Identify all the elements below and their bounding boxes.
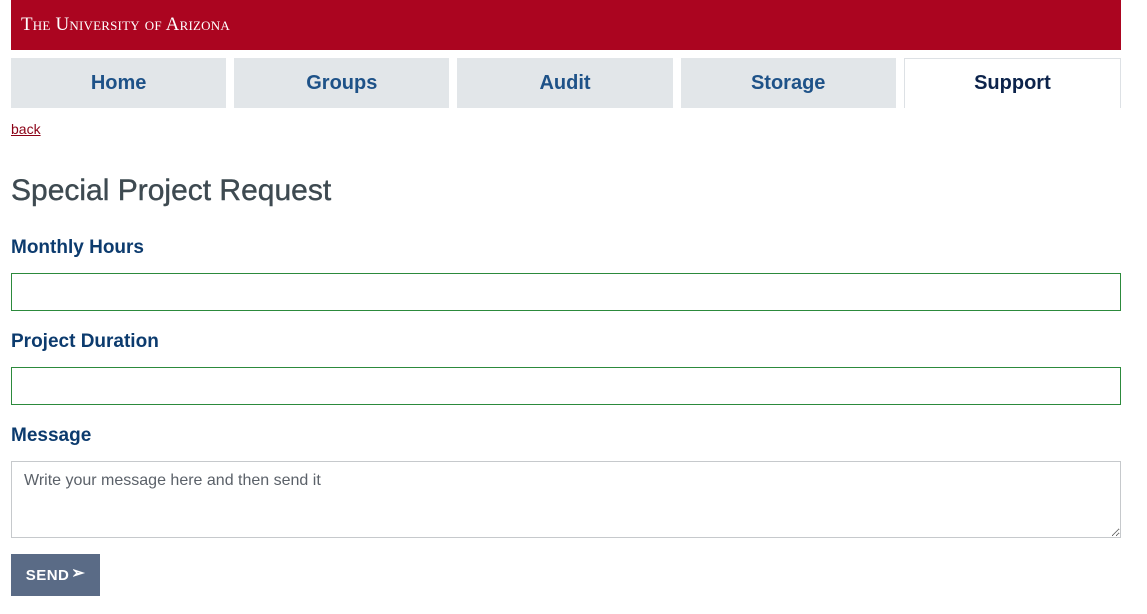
send-button-label: SEND xyxy=(25,566,70,584)
send-arrow-icon: ➢ xyxy=(71,565,86,582)
tab-storage[interactable]: Storage xyxy=(680,58,896,108)
university-header: The University of Arizona xyxy=(11,0,1121,50)
monthly-hours-label: Monthly Hours xyxy=(11,237,144,258)
page: The University of Arizona Home Groups Au… xyxy=(0,0,1147,614)
page-title: Special Project Request xyxy=(11,174,332,207)
university-logo-text[interactable]: The University of Arizona xyxy=(21,14,230,36)
tab-audit[interactable]: Audit xyxy=(457,58,673,108)
tab-home[interactable]: Home xyxy=(11,58,227,108)
back-link[interactable]: back xyxy=(11,121,41,137)
main-nav-tabs: Home Groups Audit Storage Support xyxy=(11,58,1122,108)
send-button[interactable]: SEND ➢ xyxy=(11,554,100,596)
monthly-hours-input[interactable] xyxy=(11,273,1121,311)
project-duration-input[interactable] xyxy=(11,367,1121,405)
tab-support[interactable]: Support xyxy=(903,58,1122,108)
message-label: Message xyxy=(11,425,92,446)
tab-groups[interactable]: Groups xyxy=(234,58,450,108)
message-textarea[interactable] xyxy=(11,461,1121,538)
project-duration-label: Project Duration xyxy=(11,331,159,352)
